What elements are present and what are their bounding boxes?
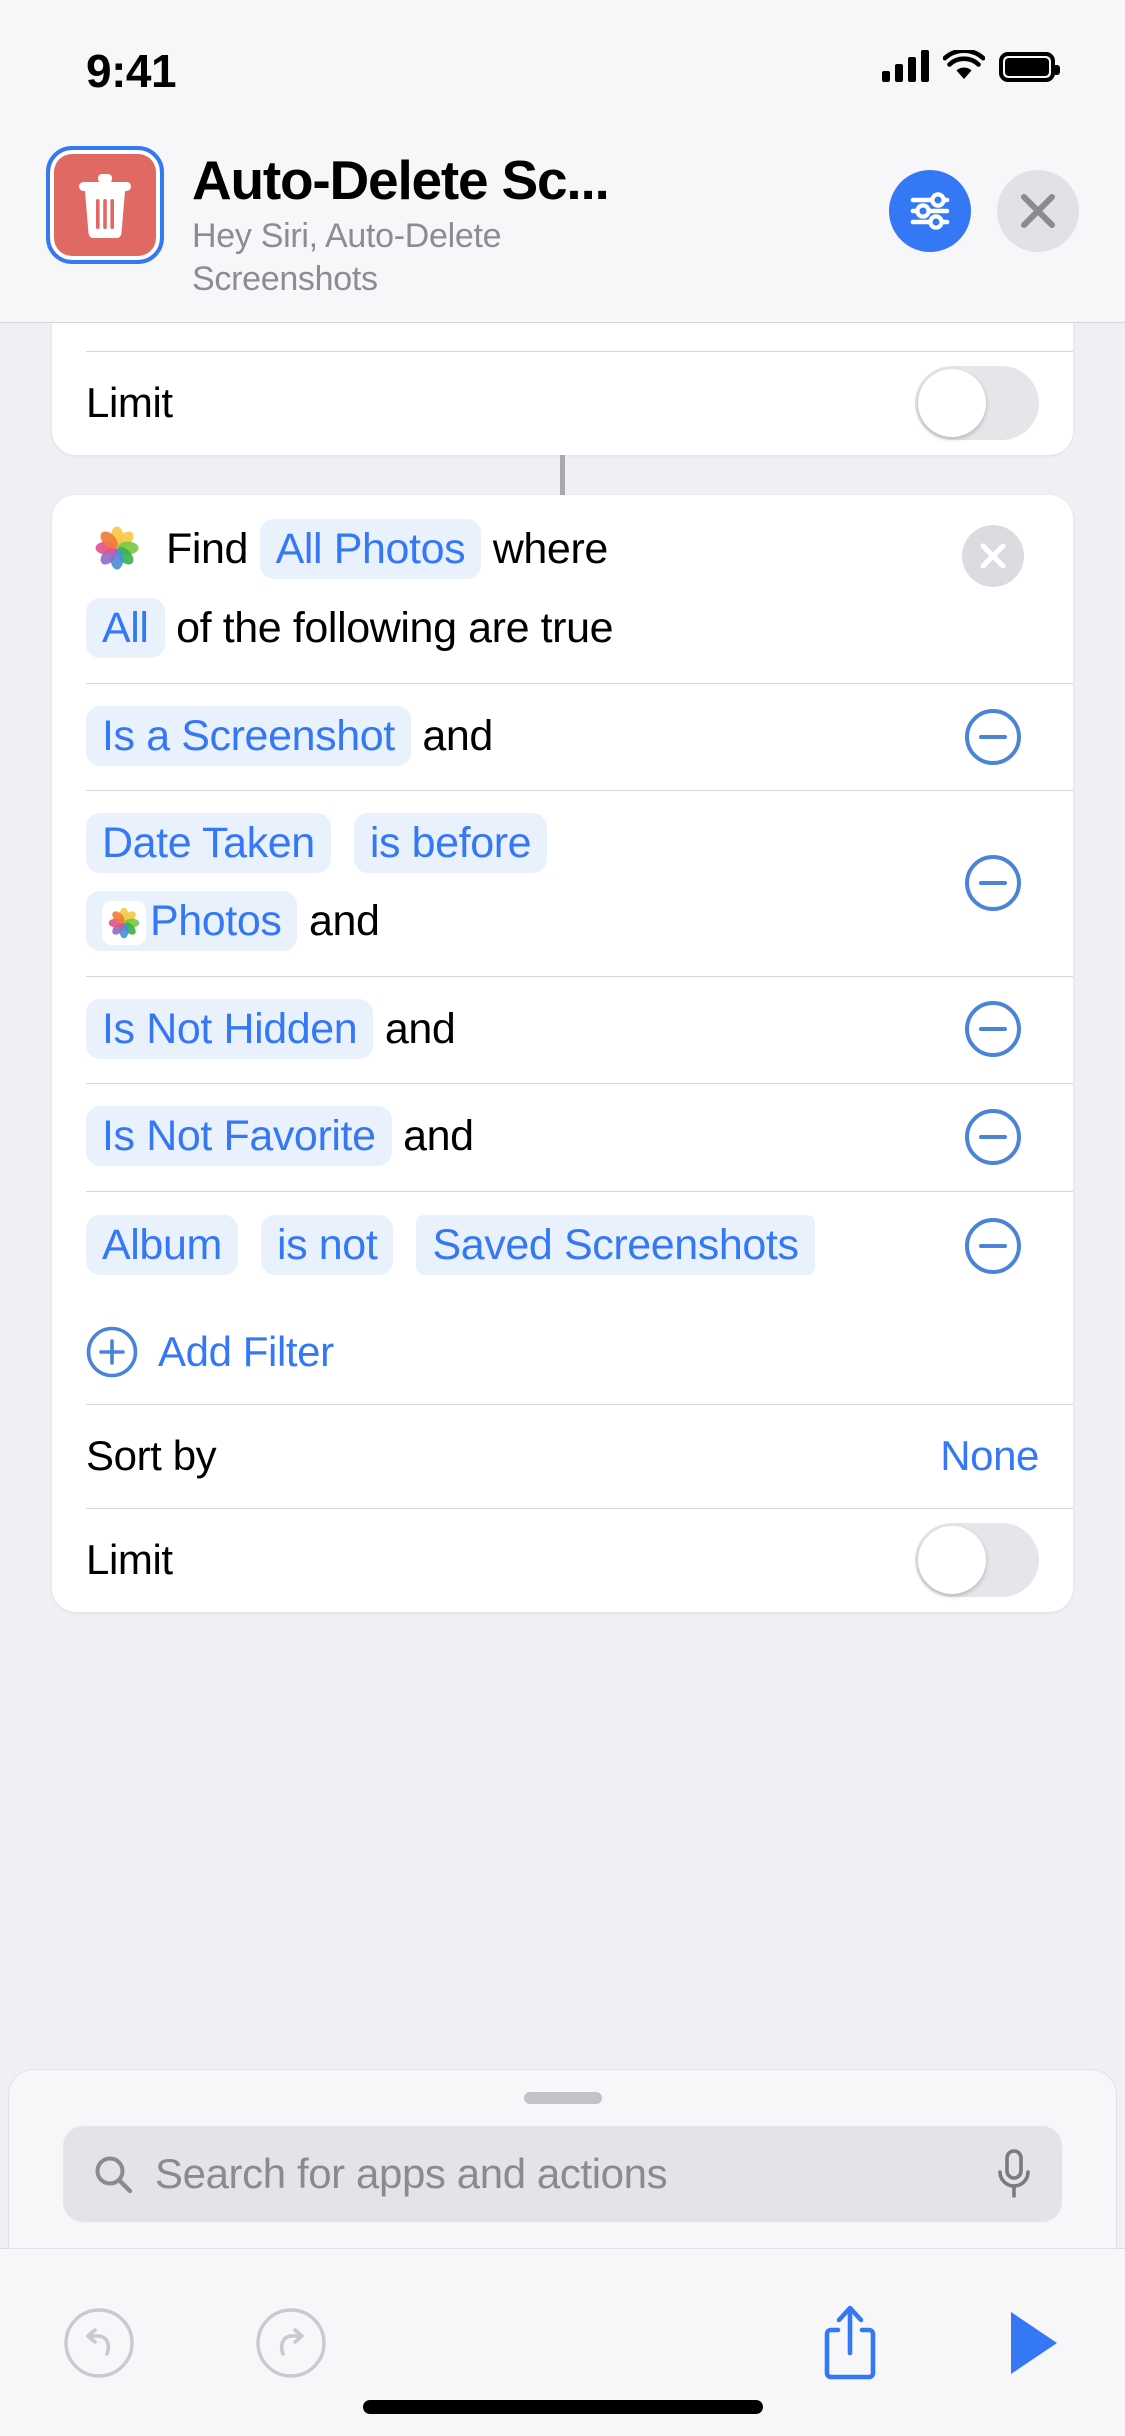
wifi-icon	[943, 50, 985, 79]
filter-operator-pill[interactable]: is not	[260, 1214, 394, 1275]
status-bar: 9:41	[0, 0, 1125, 132]
shortcut-header-text: Auto-Delete Sc... Hey Siri, Auto-Delete …	[192, 146, 861, 302]
remove-action-button[interactable]	[962, 524, 1024, 587]
limit-row[interactable]: Limit	[52, 1508, 1073, 1612]
filter-conjunction: and	[422, 711, 493, 760]
filter-pill[interactable]: Is Not Favorite	[86, 1106, 392, 1167]
sort-by-label: Sort by	[86, 1432, 217, 1480]
trash-icon	[79, 174, 131, 238]
close-icon	[1021, 194, 1055, 228]
status-bar-time: 9:41	[86, 45, 177, 97]
editor-toolbar	[0, 2248, 1125, 2436]
filter-conjunction: and	[384, 1004, 456, 1053]
filter-operator-pill[interactable]: is before	[353, 813, 548, 874]
minus-circle-icon[interactable]	[964, 1217, 1022, 1275]
actions-scroll-area[interactable]: Limit Find All Photos where All of the f…	[0, 322, 1125, 2069]
sort-by-value[interactable]: None	[940, 1432, 1039, 1480]
sort-by-row[interactable]: Sort by None	[52, 1404, 1073, 1508]
shortcuts-editor-screen: 9:41 Auto-Delete Sc... Hey Siri, Auto-De…	[0, 0, 1125, 2436]
filter-value-pill[interactable]: Photos	[86, 891, 298, 952]
plus-circle-icon	[86, 1326, 138, 1378]
undo-button[interactable]	[62, 2306, 136, 2380]
photos-icon	[102, 901, 146, 946]
home-indicator	[362, 2400, 763, 2414]
undo-icon	[64, 2307, 134, 2378]
minus-circle-icon[interactable]	[964, 854, 1022, 912]
run-shortcut-button[interactable]	[1003, 2306, 1063, 2380]
page-title: Auto-Delete Sc...	[192, 150, 610, 211]
filter-row[interactable]: Date Taken is before Photos and	[52, 790, 1073, 975]
limit-toggle[interactable]	[915, 1523, 1039, 1598]
filter-value-pill[interactable]: Saved Screenshots	[416, 1214, 815, 1275]
previous-action-clipped-row[interactable]	[52, 323, 1073, 351]
filter-pill[interactable]: Album	[86, 1214, 238, 1275]
share-icon	[824, 2305, 876, 2379]
previous-limit-row[interactable]: Limit	[52, 350, 1073, 455]
find-where-label: where	[492, 524, 609, 573]
find-quantifier-suffix: of the following are true	[176, 604, 614, 653]
shortcut-app-icon[interactable]	[46, 146, 164, 264]
limit-label: Limit	[86, 1536, 173, 1584]
minus-circle-icon[interactable]	[964, 1108, 1022, 1166]
filter-row[interactable]: Album is not Saved Screenshots	[52, 1190, 1073, 1300]
find-source-pill[interactable]: All Photos	[259, 518, 482, 579]
shortcut-settings-button[interactable]	[889, 170, 971, 252]
filter-row[interactable]: Is a Screenshot and	[52, 682, 1073, 791]
filter-conjunction: and	[309, 897, 380, 946]
add-filter-label: Add Filter	[158, 1328, 334, 1376]
add-filter-row[interactable]: Add Filter	[52, 1300, 1073, 1404]
filter-pill[interactable]: Is a Screenshot	[86, 705, 411, 766]
cellular-signal-icon	[882, 48, 929, 82]
limit-label: Limit	[86, 378, 173, 426]
find-photos-action-card[interactable]: Find All Photos where All of the followi…	[52, 494, 1073, 1613]
search-icon	[95, 2156, 133, 2194]
redo-button[interactable]	[254, 2306, 328, 2380]
header-actions	[889, 146, 1079, 252]
previous-action-card[interactable]: Limit	[52, 322, 1073, 455]
close-shortcut-button[interactable]	[997, 170, 1079, 252]
limit-toggle[interactable]	[915, 365, 1039, 440]
search-input[interactable]: Search for apps and actions	[63, 2126, 1062, 2222]
sliders-icon	[910, 192, 950, 230]
find-quantifier-pill[interactable]: All	[86, 598, 165, 659]
action-connector-line	[560, 454, 565, 495]
status-bar-indicators	[882, 48, 1060, 82]
filter-pill[interactable]: Is Not Hidden	[86, 998, 374, 1059]
battery-icon	[999, 52, 1060, 82]
microphone-icon[interactable]	[994, 2148, 1034, 2200]
minus-circle-icon[interactable]	[964, 708, 1022, 766]
filter-row[interactable]: Is Not Hidden and	[52, 975, 1073, 1084]
filter-value-label: Photos	[150, 897, 282, 946]
find-header-row[interactable]: Find All Photos where All of the followi…	[52, 495, 1073, 683]
redo-icon	[256, 2307, 326, 2378]
filter-pill[interactable]: Date Taken	[86, 813, 331, 874]
shortcut-header: Auto-Delete Sc... Hey Siri, Auto-Delete …	[0, 132, 1125, 323]
minus-circle-icon[interactable]	[964, 1000, 1022, 1058]
action-library-sheet: Search for apps and actions	[8, 2069, 1117, 2249]
filter-conjunction: and	[403, 1112, 474, 1161]
search-placeholder: Search for apps and actions	[155, 2150, 668, 2197]
sheet-drag-handle[interactable]	[523, 2092, 602, 2104]
filter-row[interactable]: Is Not Favorite and	[52, 1083, 1073, 1191]
share-button[interactable]	[815, 2300, 885, 2386]
shortcut-subtitle: Hey Siri, Auto-Delete Screenshots	[192, 216, 502, 299]
play-icon	[1011, 2311, 1057, 2374]
find-label: Find	[166, 524, 249, 573]
photos-icon	[86, 516, 148, 579]
